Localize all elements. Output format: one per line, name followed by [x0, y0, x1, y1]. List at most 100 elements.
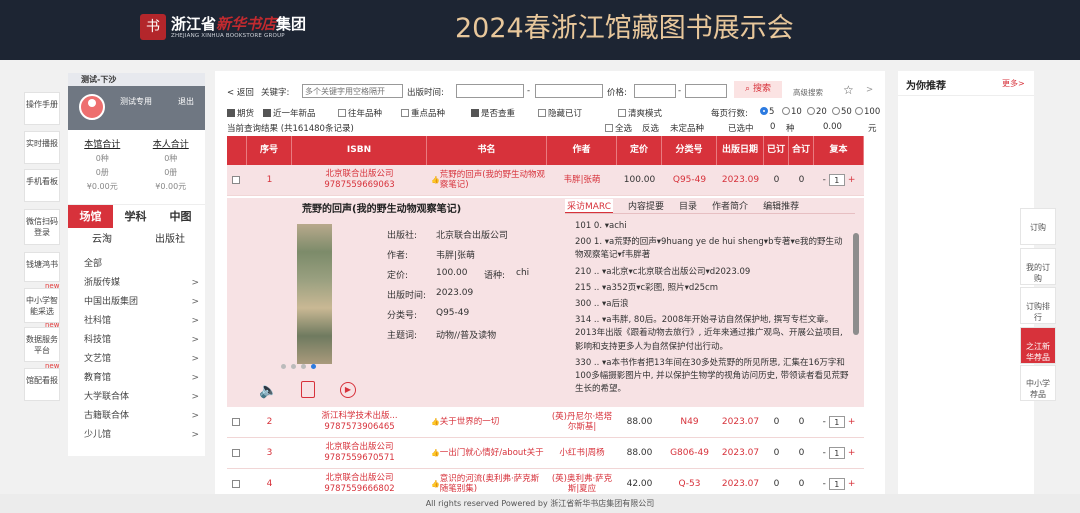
- copies-input[interactable]: 1: [828, 478, 845, 490]
- row-class[interactable]: G806-49: [662, 438, 717, 468]
- increase-button[interactable]: +: [848, 479, 856, 489]
- star-icon[interactable]: ☆: [843, 83, 854, 97]
- filter-checkbox[interactable]: [338, 109, 346, 117]
- tab-clc[interactable]: 中图: [158, 205, 203, 228]
- row-isbn[interactable]: 北京联合出版公司 9787559670571: [292, 438, 427, 468]
- tab-subject[interactable]: 学科: [113, 205, 158, 228]
- personal-total[interactable]: 本人合计 0种 0册 ¥0.00元: [137, 138, 206, 194]
- select-all-checkbox[interactable]: [605, 124, 613, 132]
- row-checkbox[interactable]: [232, 176, 240, 184]
- detail-tab[interactable]: 采访MARC: [565, 198, 614, 213]
- filter-checkbox[interactable]: [538, 109, 546, 117]
- filter-option[interactable]: 是否查重: [471, 107, 515, 119]
- left-nav-item[interactable]: 中小学智能采选: [24, 288, 60, 323]
- filter-option[interactable]: 往年品种: [338, 107, 382, 119]
- row-checkbox[interactable]: [232, 418, 240, 426]
- decrease-button[interactable]: -: [823, 448, 826, 458]
- left-nav-item[interactable]: 实时播报: [24, 131, 60, 164]
- category-item[interactable]: 社科馆 >: [68, 312, 205, 331]
- decrease-button[interactable]: -: [823, 175, 826, 185]
- decrease-button[interactable]: -: [823, 479, 826, 489]
- audio-icon[interactable]: 🔈: [259, 381, 278, 399]
- book-cover-image[interactable]: [297, 224, 332, 364]
- column-header[interactable]: 复本: [814, 136, 864, 165]
- tab-venue[interactable]: 场馆: [68, 205, 113, 228]
- filter-checkbox[interactable]: [401, 109, 409, 117]
- perpage-radio[interactable]: [782, 107, 790, 115]
- filter-checkbox[interactable]: [471, 109, 479, 117]
- filter-checkbox[interactable]: [618, 109, 626, 117]
- left-nav-item[interactable]: 手机看板: [24, 169, 60, 202]
- filter-option[interactable]: 期货: [227, 107, 254, 119]
- row-isbn[interactable]: 浙江科学技术出版... 9787573906465: [292, 407, 427, 437]
- perpage-option[interactable]: 50: [832, 107, 852, 117]
- tab-cloud[interactable]: 云淘: [68, 228, 136, 251]
- table-row[interactable]: 3 北京联合出版公司 9787559670571 👍 一出门就心情好/about关于 小红…: [227, 438, 864, 469]
- keyword-input[interactable]: [302, 84, 403, 98]
- select-all[interactable]: 全选: [605, 122, 632, 134]
- right-nav-item[interactable]: 之江新华荐品: [1020, 327, 1056, 364]
- price-max-input[interactable]: [685, 84, 727, 98]
- left-nav-item[interactable]: 微信扫码登录: [24, 209, 60, 245]
- perpage-option[interactable]: 20: [807, 107, 827, 117]
- detail-tab[interactable]: 目录: [679, 199, 697, 212]
- perpage-radio[interactable]: [760, 107, 768, 115]
- price-min-input[interactable]: [634, 84, 676, 98]
- tab-publisher[interactable]: 出版社: [136, 228, 204, 251]
- perpage-radio[interactable]: [832, 107, 840, 115]
- left-nav-item[interactable]: 数据服务平台: [24, 327, 60, 362]
- filter-option[interactable]: 隐藏已订: [538, 107, 582, 119]
- filter-checkbox[interactable]: [263, 109, 271, 117]
- category-item[interactable]: 全部: [68, 255, 205, 274]
- filter-checkbox[interactable]: [227, 109, 235, 117]
- right-nav-item[interactable]: 中小学荐品: [1020, 365, 1056, 401]
- row-class[interactable]: Q95-49: [662, 165, 717, 195]
- perpage-radio[interactable]: [807, 107, 815, 115]
- row-author[interactable]: 小红书|周杨: [547, 438, 617, 468]
- detail-tab[interactable]: 作者简介: [712, 199, 748, 212]
- pubtime-start-input[interactable]: [456, 84, 524, 98]
- row-title[interactable]: 👍 一出门就心情好/about关于: [427, 438, 547, 468]
- undecided-items[interactable]: 未定品种: [670, 122, 704, 134]
- search-button[interactable]: ⌕ 搜索: [734, 81, 782, 98]
- row-author[interactable]: 韦胖|张萌: [547, 165, 617, 195]
- row-title[interactable]: 👍 荒野的回声(我的野生动物观察笔记): [427, 165, 547, 195]
- avatar[interactable]: [79, 94, 105, 120]
- detail-tab[interactable]: 内容提要: [628, 199, 664, 212]
- category-item[interactable]: 教育馆 >: [68, 369, 205, 388]
- copies-input[interactable]: 1: [828, 174, 845, 186]
- perpage-option[interactable]: 100: [855, 107, 880, 117]
- filter-option[interactable]: 近一年新品: [263, 107, 316, 119]
- copies-input[interactable]: 1: [828, 447, 845, 459]
- chevron-right-icon[interactable]: >: [866, 85, 873, 95]
- invert-selection[interactable]: 反选: [642, 122, 659, 134]
- left-nav-item[interactable]: 馆配看报: [24, 368, 60, 401]
- increase-button[interactable]: +: [848, 175, 856, 185]
- logo[interactable]: 书 浙江省新华书店集团 ZHEJIANG XINHUA BOOKSTORE GR…: [140, 14, 306, 40]
- carousel-dots[interactable]: [281, 364, 316, 369]
- detail-tab[interactable]: 编辑推荐: [763, 199, 799, 212]
- increase-button[interactable]: +: [848, 448, 856, 458]
- perpage-option[interactable]: 10: [782, 107, 802, 117]
- increase-button[interactable]: +: [848, 417, 856, 427]
- category-item[interactable]: 浙版传媒 >: [68, 274, 205, 293]
- ebook-icon[interactable]: [301, 381, 315, 398]
- marc-scrollbar[interactable]: [853, 233, 859, 335]
- copies-input[interactable]: 1: [828, 416, 845, 428]
- row-checkbox[interactable]: [232, 480, 240, 488]
- row-author[interactable]: (英)丹尼尔·塔塔尔斯基|: [547, 407, 617, 437]
- category-item[interactable]: 中国出版集团 >: [68, 293, 205, 312]
- row-checkbox[interactable]: [232, 449, 240, 457]
- table-row[interactable]: 2 浙江科学技术出版... 9787573906465 👍 关于世界的一切 (英)丹尼尔·…: [227, 407, 864, 438]
- category-item[interactable]: 大学联合体 >: [68, 388, 205, 407]
- left-nav-item[interactable]: 操作手册: [24, 92, 60, 125]
- row-title[interactable]: 👍 关于世界的一切: [427, 407, 547, 437]
- table-row[interactable]: 1 北京联合出版公司 9787559669063 👍 荒野的回声(我的野生动物观察笔记)…: [227, 165, 864, 196]
- right-nav-item[interactable]: 订购: [1020, 208, 1056, 245]
- filter-option[interactable]: 重点品种: [401, 107, 445, 119]
- row-isbn[interactable]: 北京联合出版公司 9787559669063: [292, 165, 427, 195]
- more-link[interactable]: 更多>: [1002, 78, 1025, 89]
- left-nav-item[interactable]: 钱塘鸿书: [24, 252, 60, 282]
- row-class[interactable]: N49: [662, 407, 717, 437]
- advanced-search-link[interactable]: 高级搜索: [793, 87, 823, 98]
